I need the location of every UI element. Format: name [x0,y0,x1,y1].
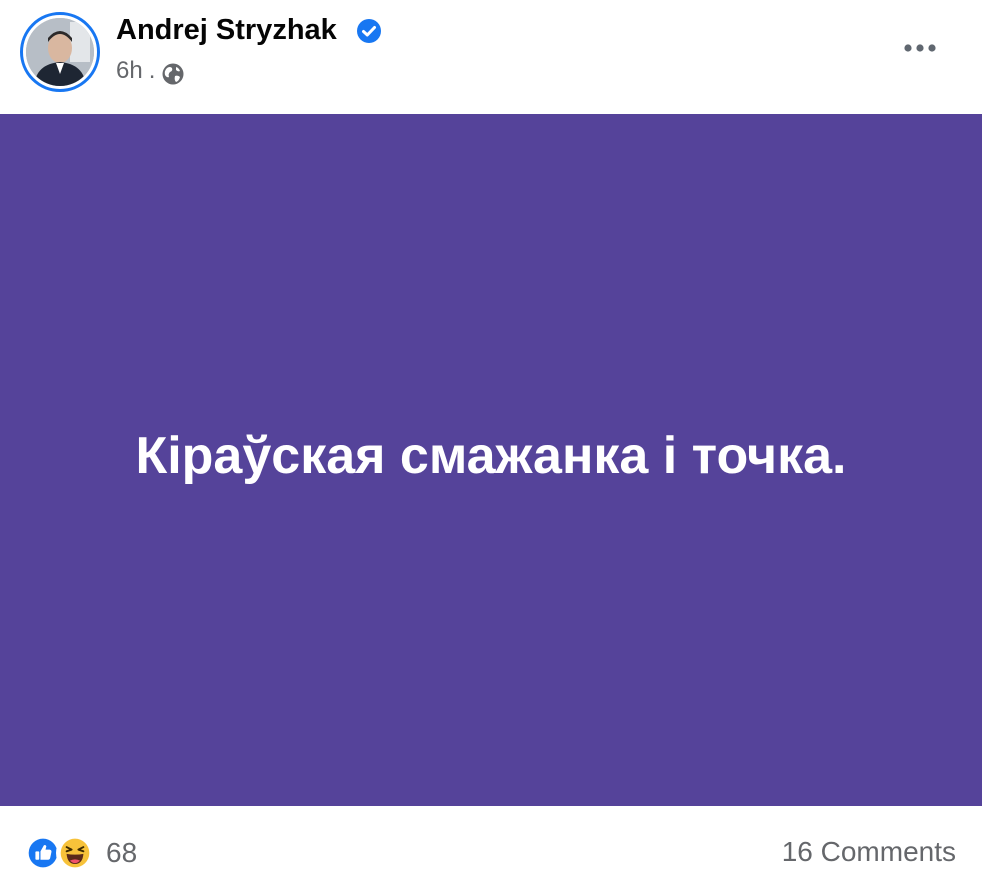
post-timestamp[interactable]: 6h [116,57,143,85]
avatar-photo [26,18,94,86]
reaction-count: 68 [106,837,138,868]
post-header: Andrej Stryzhak 6h . [0,0,982,114]
status-background-card: Кіраўская смажанка і точка. [0,114,982,806]
post-meta: 6h . [116,56,185,86]
comments-count-link[interactable]: 16 Comments [782,836,956,868]
author-avatar[interactable] [20,12,100,92]
meta-separator: . [148,57,156,84]
post-footer: 68 16 Comments [0,806,982,888]
haha-reaction-icon [56,834,94,872]
avatar-portrait-icon [26,18,94,86]
globe-icon[interactable] [161,62,185,86]
more-options-icon [904,44,936,52]
author-name[interactable]: Andrej Stryzhak [116,14,337,47]
more-options-button[interactable] [894,30,946,66]
facebook-post: Andrej Stryzhak 6h . Кіраўская смажанка [0,0,982,888]
post-status-text: Кіраўская смажанка і точка. [135,427,847,485]
verified-badge-icon [357,19,381,43]
reactions-summary[interactable]: 68 [24,834,137,872]
